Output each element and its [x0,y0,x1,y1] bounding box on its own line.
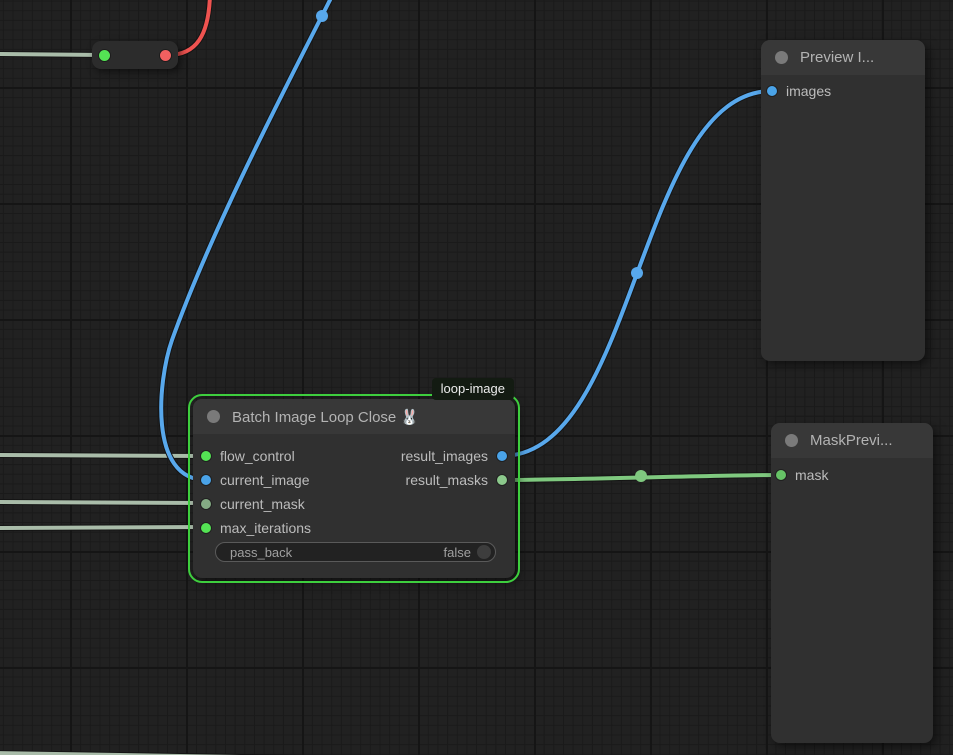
node-graph-canvas[interactable]: loop-image Batch Image Loop Close 🐰 flow… [0,0,953,755]
collapsed-node[interactable] [92,41,178,69]
input-row-current-image: current_image [201,468,310,492]
node-title: Preview I... [800,49,874,66]
toggle-knob-icon[interactable] [477,545,491,559]
input-label: current_mask [220,496,305,512]
output-port-result-images[interactable] [497,451,507,461]
node-titlebar[interactable]: Preview I... [761,40,925,75]
node-title: MaskPrevi... [810,432,893,449]
link-dot-current-image [316,10,328,22]
wire-current-mask [0,502,206,503]
input-label: flow_control [220,448,295,464]
collapse-dot-icon[interactable] [207,410,220,423]
input-port-mask[interactable] [776,470,786,480]
input-port-flow-control[interactable] [201,451,211,461]
input-row-mask: mask [776,463,828,487]
batch-image-loop-close-node[interactable]: loop-image Batch Image Loop Close 🐰 flow… [193,399,515,578]
input-port-current-image[interactable] [201,475,211,485]
wire-to-collapsed-input [0,54,104,55]
input-label: current_image [220,472,310,488]
input-port-current-mask[interactable] [201,499,211,509]
input-label: images [786,83,831,99]
input-row-images: images [767,79,831,103]
pass-back-toggle-widget[interactable]: pass_back false [215,542,496,562]
output-port-result-masks[interactable] [497,475,507,485]
input-port-max-iterations[interactable] [201,523,211,533]
node-title: Batch Image Loop Close 🐰 [232,408,419,426]
output-label: result_masks [406,472,488,488]
widget-value: false [444,545,471,560]
input-label: mask [795,467,828,483]
node-tag-badge: loop-image [432,378,514,400]
input-row-max-iterations: max_iterations [201,516,311,540]
output-row-result-masks: result_masks [406,468,507,492]
output-label: result_images [401,448,488,464]
output-row-result-images: result_images [401,444,507,468]
link-dot-result-masks [635,470,647,482]
link-dot-result-images [631,267,643,279]
wire-max-iterations [0,527,206,528]
preview-image-node[interactable]: Preview I... images [761,40,925,361]
collapsed-input-port[interactable] [99,50,110,61]
node-titlebar[interactable]: MaskPrevi... [771,423,933,458]
collapsed-output-port[interactable] [160,50,171,61]
node-titlebar[interactable]: Batch Image Loop Close 🐰 [193,399,515,434]
wire-flow-control [0,455,206,456]
collapse-dot-icon[interactable] [785,434,798,447]
widget-name: pass_back [230,545,444,560]
input-row-current-mask: current_mask [201,492,305,516]
collapse-dot-icon[interactable] [775,51,788,64]
mask-preview-node[interactable]: MaskPrevi... mask [771,423,933,743]
input-row-flow-control: flow_control [201,444,295,468]
input-port-images[interactable] [767,86,777,96]
input-label: max_iterations [220,520,311,536]
